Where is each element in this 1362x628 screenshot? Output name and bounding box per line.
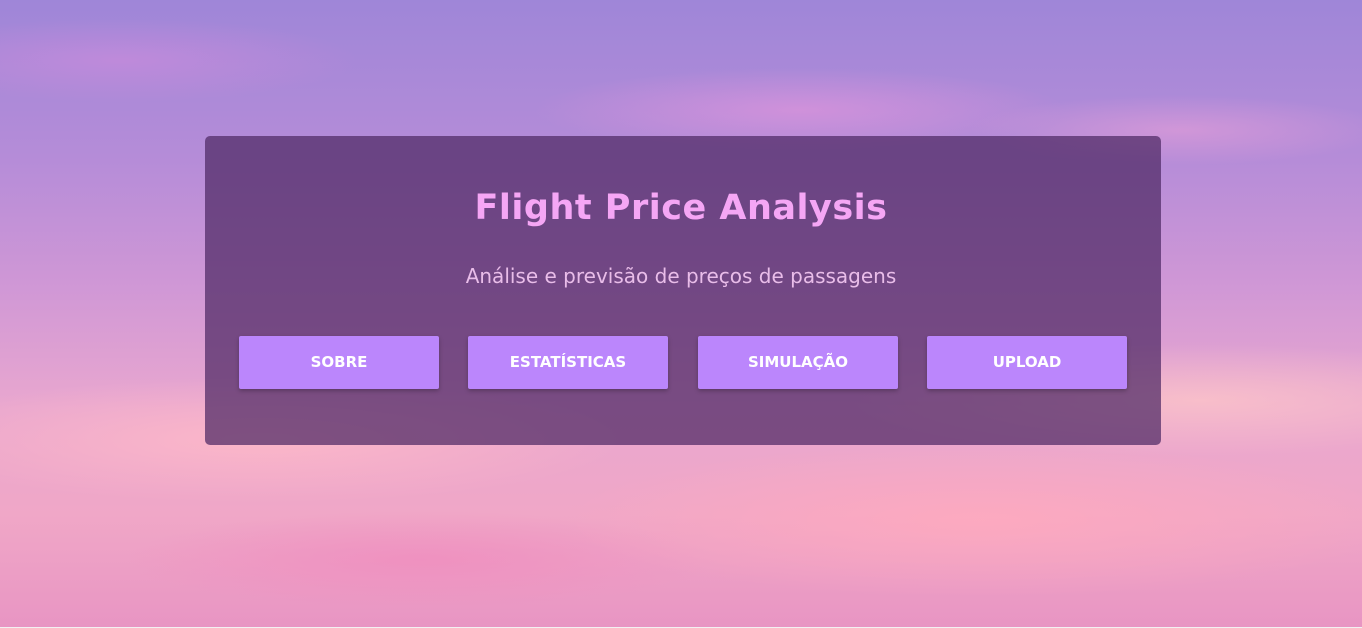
upload-button[interactable]: UPLOAD [927,336,1127,389]
page-title: Flight Price Analysis [474,188,888,228]
page-subtitle: Análise e previsão de preços de passagen… [465,264,897,288]
hero-card [205,136,1161,445]
sobre-button[interactable]: SOBRE [239,336,439,389]
estatisticas-button[interactable]: ESTATÍSTICAS [468,336,668,389]
simulacao-button[interactable]: SIMULAÇÃO [698,336,898,389]
